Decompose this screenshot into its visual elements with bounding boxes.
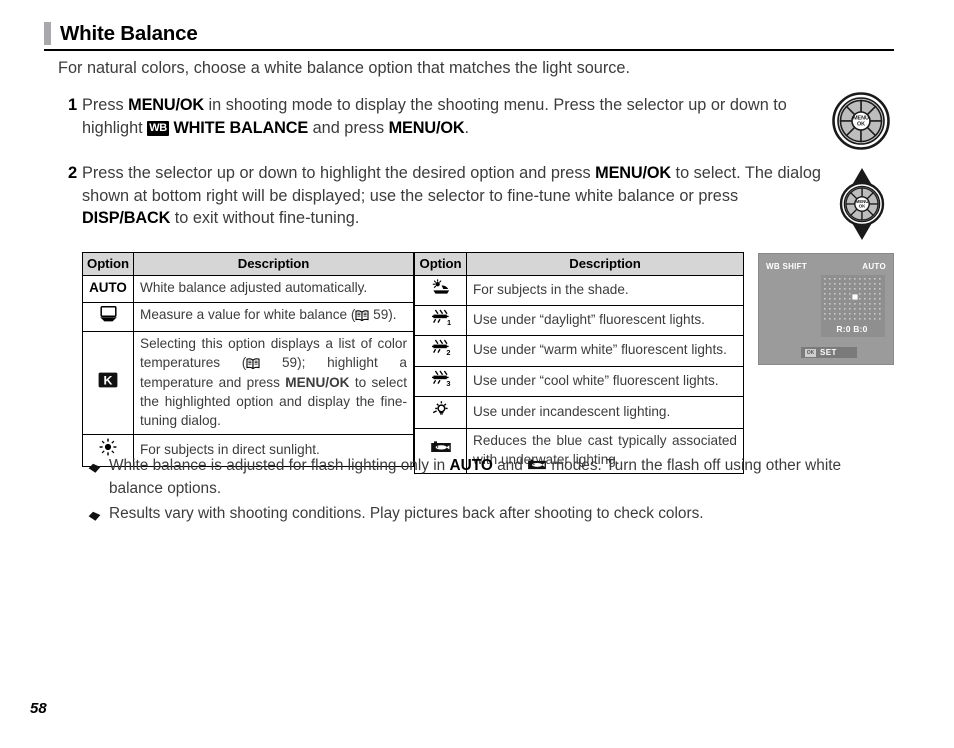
note-bullet-icon (88, 460, 101, 481)
fluorescent-1-icon: 1 (431, 309, 451, 332)
selector-dial-menu-ok-icon: MENU OK (832, 92, 890, 155)
column-header-description: Description (466, 252, 744, 276)
notes-list: White balance is adjusted for flash ligh… (88, 456, 898, 532)
table-row: 2 Use under “warm white” fluorescent lig… (414, 335, 744, 367)
table-row: For subjects in the shade. (414, 275, 744, 306)
description-shade: For subjects in the shade. (466, 275, 744, 306)
intro-text: For natural colors, choose a white balan… (58, 59, 630, 77)
step-1-bold-menu-ok: MENU/OK (128, 96, 204, 114)
description-auto: White balance adjusted automatically. (133, 275, 414, 303)
svg-text:3: 3 (446, 379, 450, 387)
step-1-number: 1 (68, 96, 78, 114)
step-2-text: Press the selector up or down to highlig… (82, 162, 828, 230)
book-reference-icon (355, 308, 369, 327)
svg-text:OK: OK (859, 204, 866, 209)
step-2-bold-menu-ok: MENU/OK (595, 164, 672, 182)
option-shade (414, 275, 467, 306)
desc-text-post: ). (388, 307, 397, 323)
option-fluorescent-3: 3 (414, 365, 467, 397)
lcd-set-label: SET (820, 348, 837, 357)
desc-bold-menu-ok: MENU/OK (285, 375, 350, 391)
table-row: Measure a value for white balance ( 59). (82, 301, 414, 332)
option-fluorescent-1: 1 (414, 304, 467, 336)
description-fluorescent-1: Use under “daylight” fluorescent lights. (466, 304, 744, 336)
page-reference: 59 (282, 354, 298, 370)
shade-icon (431, 279, 451, 301)
note-text: White balance is adjusted for flash ligh… (109, 456, 898, 500)
section-header: White Balance (44, 22, 894, 45)
wb-shift-dialog-preview: WB SHIFT AUTO R:0 B:0 OK SET (758, 253, 894, 365)
column-header-option: Option (414, 252, 467, 276)
svg-text:2: 2 (446, 348, 450, 356)
wb-shift-readout: R:0 B:0 (836, 324, 868, 334)
step-1-text-part-3: and press (308, 118, 389, 137)
step-2: 2 Press the selector up or down to highl… (68, 162, 828, 230)
step-1-text-part-4: . (464, 118, 470, 137)
wb-icon: WB (147, 120, 169, 136)
book-reference-icon (246, 356, 260, 375)
description-color-temperature: Selecting this option displays a list of… (133, 331, 414, 435)
description-fluorescent-3: Use under “cool white” fluorescent light… (466, 365, 744, 397)
note-item: White balance is adjusted for flash ligh… (88, 456, 898, 500)
incandescent-icon (432, 400, 450, 424)
note-text: Results vary with shooting conditions. P… (109, 504, 704, 522)
option-auto: AUTO (82, 275, 134, 303)
step-1-bold-white-balance: WHITE BALANCE (173, 118, 309, 137)
selector-dial-up-down-icon: MENU OK (832, 166, 892, 247)
lcd-title-row: WB SHIFT AUTO (766, 260, 886, 272)
kelvin-icon: K (98, 372, 118, 394)
description-fluorescent-2: Use under “warm white” fluorescent light… (466, 335, 744, 367)
fluorescent-3-icon: 3 (431, 370, 451, 393)
step-1-bold-menu-ok-2: MENU/OK (388, 118, 465, 137)
table-row: 1 Use under “daylight” fluorescent light… (414, 304, 744, 336)
white-balance-options-table-right: Option Description For subjects in the s… (414, 252, 744, 475)
step-1-text-part-1: Press (82, 96, 129, 114)
step-2-text-part-3: to exit without fine-tuning. (170, 209, 360, 228)
table-row: AUTO White balance adjusted automaticall… (82, 275, 414, 303)
option-fluorescent-2: 2 (414, 335, 467, 367)
svg-text:K: K (104, 373, 113, 387)
note-text-part-1: White balance is adjusted for flash ligh… (109, 457, 450, 474)
description-custom-wb: Measure a value for white balance ( 59). (133, 301, 414, 332)
option-color-temperature: K (82, 331, 134, 435)
column-header-description: Description (133, 252, 414, 276)
desc-text: Measure a value for white balance ( (140, 307, 356, 323)
step-1-text: Press MENU/OK in shooting mode to displa… (82, 94, 823, 139)
wb-shift-grid-panel: R:0 B:0 (821, 275, 885, 337)
page-number: 58 (30, 700, 47, 717)
white-balance-options-table-left: Option Description AUTO White balance ad… (82, 252, 414, 467)
svg-text:OK: OK (857, 121, 865, 127)
table-row: K Selecting this option displays a list … (82, 331, 414, 435)
table-header-row: Option Description (414, 252, 744, 276)
manual-page: White Balance For natural colors, choose… (0, 0, 954, 748)
custom-wb-icon (99, 305, 118, 328)
page-title: White Balance (60, 22, 198, 45)
note-bullet-icon (88, 508, 101, 529)
step-2-number: 2 (68, 164, 78, 182)
description-incandescent: Use under incandescent lighting. (466, 396, 744, 429)
step-2-text-part-1: Press the selector up or down to highlig… (82, 164, 596, 182)
section-rule (44, 49, 894, 52)
note-bold-auto: AUTO (449, 457, 493, 474)
step-2-bold-disp-back: DISP/BACK (82, 209, 171, 228)
note-item: Results vary with shooting conditions. P… (88, 504, 898, 529)
underwater-icon (527, 458, 547, 479)
option-incandescent (414, 396, 467, 429)
lcd-title: WB SHIFT (766, 261, 808, 271)
note-text-part-2: and (492, 457, 528, 474)
page-reference: 59 (373, 307, 389, 323)
step-1: 1 Press MENU/OK in shooting mode to disp… (68, 94, 823, 139)
menu-ok-button-icon: OK (805, 348, 816, 357)
table-row: Use under incandescent lighting. (414, 396, 744, 429)
wb-shift-grid (824, 278, 881, 320)
option-custom-wb (82, 301, 134, 332)
lcd-mode: AUTO (862, 261, 886, 271)
lcd-set-bar: OK SET (801, 347, 857, 358)
svg-text:1: 1 (447, 318, 451, 326)
table-header-row: Option Description (82, 252, 414, 276)
table-row: 3 Use under “cool white” fluorescent lig… (414, 365, 744, 397)
fluorescent-2-icon: 2 (431, 339, 451, 362)
column-header-option: Option (82, 252, 134, 276)
section-accent-bar (44, 22, 51, 45)
